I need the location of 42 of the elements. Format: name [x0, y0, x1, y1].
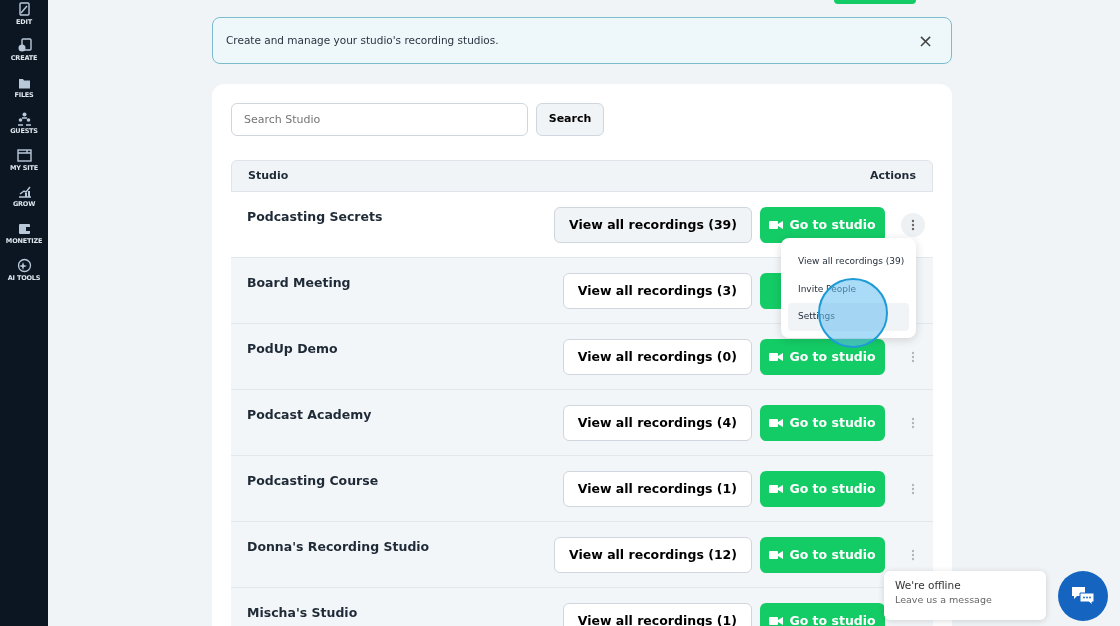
alert-text: Create and manage your studio's recording studios. — [226, 32, 499, 48]
studio-name: PodUp Demo — [247, 340, 338, 358]
studio-name: Podcast Academy — [247, 406, 372, 424]
close-button[interactable]: × — [911, 31, 939, 50]
more-icon — [911, 417, 915, 429]
studio-name: Mischa's Studio — [247, 604, 358, 622]
menu-item[interactable]: View all recordings (39) — [788, 248, 909, 276]
chat-button[interactable] — [1058, 571, 1108, 621]
more-icon — [911, 351, 915, 363]
view-recordings-button[interactable]: View all recordings (1) — [562, 471, 752, 507]
view-recordings-button[interactable]: View all recordings (3) — [562, 273, 752, 309]
growth-chart-icon[interactable] — [16, 184, 32, 200]
video-camera-icon — [769, 352, 784, 362]
chat-status: We're offline — [895, 579, 962, 593]
studio-name: Podcasting Secrets — [247, 208, 383, 226]
video-file-icon[interactable] — [16, 38, 32, 54]
studio-name: Board Meeting — [247, 274, 351, 292]
edit-icon[interactable] — [16, 1, 32, 17]
more-icon — [911, 549, 915, 561]
video-camera-icon — [769, 616, 784, 626]
video-camera-icon — [769, 550, 784, 560]
chat-subtitle[interactable]: Leave us a message — [895, 592, 1035, 607]
view-recordings-button[interactable]: View all recordings (0) — [562, 339, 752, 375]
studio-name: Podcasting Course — [247, 472, 379, 490]
column-header: Actions — [870, 167, 916, 184]
column-header: Studio — [248, 167, 289, 184]
people-icon[interactable] — [16, 111, 32, 127]
view-recordings-button[interactable]: View all recordings (12) — [554, 537, 752, 573]
view-recordings-button[interactable]: View all recordings (39) — [554, 207, 752, 243]
studio-name: Donna's Recording Studio — [247, 538, 430, 556]
search-field[interactable]: Search Studio — [231, 103, 528, 136]
view-recordings-button[interactable]: View all recordings (4) — [562, 405, 752, 441]
more-icon — [911, 483, 915, 495]
ai-sparkle-icon[interactable] — [16, 257, 32, 273]
video-camera-icon — [769, 484, 784, 494]
chat-icon — [1071, 586, 1095, 606]
video-camera-icon — [769, 418, 784, 428]
video-camera-icon — [769, 220, 784, 230]
more-icon — [911, 219, 915, 231]
wallet-icon[interactable] — [16, 221, 32, 237]
browser-icon[interactable] — [16, 147, 32, 163]
search-button[interactable]: Search — [536, 103, 604, 136]
